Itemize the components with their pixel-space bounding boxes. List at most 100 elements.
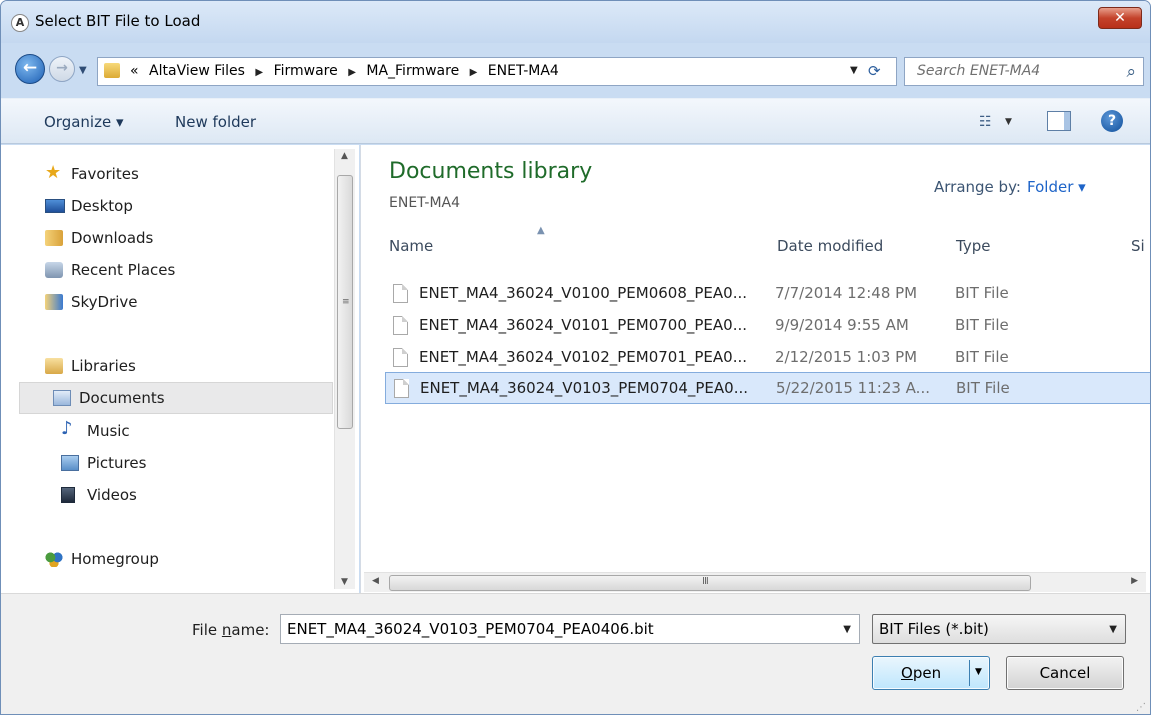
column-header-date-modified[interactable]: Date modified bbox=[777, 237, 883, 255]
sidebar-item-label: Pictures bbox=[87, 454, 147, 472]
file-list-pane: Documents library ENET-MA4 Arrange by: F… bbox=[360, 145, 1150, 593]
file-type-filter-value: BIT Files (*.bit) bbox=[879, 620, 989, 638]
cancel-button[interactable]: Cancel bbox=[1006, 656, 1124, 690]
file-dialog-window: A Select BIT File to Load ✕ ← → ▼ « Alta… bbox=[0, 0, 1151, 715]
file-row-selected[interactable]: ENET_MA4_36024_V0103_PEM0704_PEA0... 5/2… bbox=[385, 372, 1150, 404]
pictures-icon bbox=[61, 455, 79, 471]
file-icon bbox=[394, 379, 409, 398]
sidebar-item-skydrive[interactable]: SkyDrive bbox=[45, 289, 325, 317]
breadcrumb-overflow[interactable]: « bbox=[130, 63, 139, 79]
sidebar-item-label: Libraries bbox=[71, 357, 136, 375]
column-header-type[interactable]: Type bbox=[956, 237, 990, 255]
breadcrumb-item-ma-firmware[interactable]: MA_Firmware bbox=[366, 63, 459, 79]
sidebar-item-documents[interactable]: Documents bbox=[19, 382, 333, 414]
scroll-up-icon[interactable]: ▲ bbox=[341, 151, 348, 161]
sidebar-item-label: Music bbox=[87, 422, 130, 440]
sidebar-item-desktop[interactable]: Desktop bbox=[45, 193, 325, 221]
breadcrumb-item-enet-ma4[interactable]: ENET-MA4 bbox=[488, 63, 559, 79]
address-bar[interactable]: « AltaView Files ▶ Firmware ▶ MA_Firmwar… bbox=[97, 57, 897, 86]
file-name: ENET_MA4_36024_V0101_PEM0700_PEA0... bbox=[419, 316, 748, 334]
library-title: Documents library bbox=[389, 159, 593, 184]
arrange-by-dropdown[interactable]: Folder ▾ bbox=[1027, 178, 1086, 196]
view-options-chevron-down-icon[interactable]: ▼ bbox=[1005, 117, 1012, 127]
recent-places-icon bbox=[45, 262, 63, 278]
sidebar-item-homegroup[interactable]: Homegroup bbox=[45, 546, 325, 574]
file-date: 2/12/2015 1:03 PM bbox=[775, 348, 918, 366]
file-row[interactable]: ENET_MA4_36024_V0102_PEM0701_PEA0... 2/1… bbox=[385, 344, 1150, 372]
sidebar-item-videos[interactable]: Videos bbox=[61, 482, 321, 510]
help-icon[interactable]: ? bbox=[1101, 110, 1123, 132]
sidebar-item-label: Recent Places bbox=[71, 261, 176, 279]
resize-grip-icon[interactable]: ⋰ bbox=[1136, 702, 1146, 713]
navigation-pane: ★ Favorites Desktop Downloads Recent Pla… bbox=[1, 145, 359, 593]
arrange-by-label: Arrange by: bbox=[934, 178, 1021, 196]
sidebar-item-label: Homegroup bbox=[71, 550, 159, 568]
breadcrumb-separator-icon[interactable]: ▶ bbox=[255, 67, 263, 78]
sidebar-item-recent-places[interactable]: Recent Places bbox=[45, 257, 325, 285]
column-header-size[interactable]: Si bbox=[1131, 237, 1145, 255]
close-button[interactable]: ✕ bbox=[1098, 7, 1142, 29]
open-button[interactable]: Open ▼ bbox=[872, 656, 990, 690]
search-input[interactable]: Search ENET-MA4 ⌕ bbox=[904, 57, 1144, 86]
folder-icon bbox=[104, 63, 120, 78]
sidebar-item-downloads[interactable]: Downloads bbox=[45, 225, 325, 253]
file-type-filter-select[interactable]: BIT Files (*.bit) ▼ bbox=[872, 614, 1126, 644]
navigation-scrollbar[interactable]: ▲ ≡ ▼ bbox=[334, 149, 355, 589]
sidebar-item-label: SkyDrive bbox=[71, 293, 138, 311]
file-list-scrollbar[interactable]: ◀ III ▶ bbox=[364, 572, 1146, 592]
documents-icon bbox=[53, 390, 71, 406]
sidebar-item-pictures[interactable]: Pictures bbox=[61, 450, 321, 478]
sidebar-item-favorites[interactable]: ★ Favorites bbox=[45, 161, 325, 189]
file-name-label-suffix: ame: bbox=[231, 621, 270, 639]
preview-pane-icon[interactable] bbox=[1047, 111, 1071, 131]
file-name-history-chevron-down-icon[interactable]: ▼ bbox=[843, 624, 851, 635]
file-name-value: ENET_MA4_36024_V0103_PEM0704_PEA0406.bit bbox=[287, 620, 654, 638]
file-name-field[interactable]: ENET_MA4_36024_V0103_PEM0704_PEA0406.bit… bbox=[280, 614, 860, 644]
desktop-icon bbox=[45, 199, 65, 213]
file-name-label-prefix: File bbox=[192, 621, 222, 639]
file-date: 5/22/2015 11:23 A... bbox=[776, 379, 930, 397]
star-icon: ★ bbox=[45, 162, 62, 183]
breadcrumb-separator-icon[interactable]: ▶ bbox=[348, 67, 356, 78]
sidebar-item-label: Videos bbox=[87, 486, 137, 504]
file-date: 9/9/2014 9:55 AM bbox=[775, 316, 909, 334]
breadcrumb-separator-icon[interactable]: ▶ bbox=[470, 67, 478, 78]
dialog-footer: File name: ENET_MA4_36024_V0103_PEM0704_… bbox=[1, 593, 1150, 714]
scroll-right-icon[interactable]: ▶ bbox=[1131, 576, 1138, 586]
scroll-down-icon[interactable]: ▼ bbox=[341, 577, 348, 587]
filter-chevron-down-icon[interactable]: ▼ bbox=[1109, 624, 1117, 635]
file-icon bbox=[393, 316, 408, 335]
downloads-folder-icon bbox=[45, 230, 63, 246]
sidebar-item-libraries[interactable]: Libraries bbox=[45, 353, 325, 381]
file-icon bbox=[393, 284, 408, 303]
scrollbar-thumb[interactable]: III bbox=[389, 575, 1031, 591]
refresh-icon[interactable]: ⟳ bbox=[868, 62, 881, 80]
open-rest: pen bbox=[912, 664, 942, 682]
breadcrumb-item-altaview-files[interactable]: AltaView Files bbox=[149, 63, 245, 79]
file-name-label: File name: bbox=[192, 621, 269, 639]
sidebar-item-music[interactable]: ♪ Music bbox=[61, 418, 321, 446]
file-row[interactable]: ENET_MA4_36024_V0101_PEM0700_PEA0... 9/9… bbox=[385, 312, 1150, 340]
file-name: ENET_MA4_36024_V0102_PEM0701_PEA0... bbox=[419, 348, 748, 366]
new-folder-button[interactable]: New folder bbox=[175, 113, 256, 131]
recent-locations-chevron-down-icon[interactable]: ▼ bbox=[79, 65, 87, 76]
change-view-icon[interactable]: ☷ bbox=[979, 114, 992, 130]
title-bar[interactable]: A Select BIT File to Load ✕ bbox=[1, 1, 1150, 43]
column-header-name[interactable]: Name bbox=[389, 237, 433, 255]
file-date: 7/7/2014 12:48 PM bbox=[775, 284, 918, 302]
breadcrumb-item-firmware[interactable]: Firmware bbox=[274, 63, 338, 79]
search-icon[interactable]: ⌕ bbox=[1126, 62, 1136, 82]
address-dropdown-chevron-down-icon[interactable]: ▼ bbox=[850, 65, 858, 76]
open-options-chevron-down-icon[interactable]: ▼ bbox=[975, 667, 982, 677]
breadcrumb: « AltaView Files ▶ Firmware ▶ MA_Firmwar… bbox=[130, 63, 559, 79]
command-bar: Organize ▾ New folder ☷ ▼ ? bbox=[1, 98, 1150, 144]
back-button[interactable]: ← bbox=[15, 54, 45, 84]
file-icon bbox=[393, 348, 408, 367]
skydrive-folder-icon bbox=[45, 294, 63, 310]
file-row[interactable]: ENET_MA4_36024_V0100_PEM0608_PEA0... 7/7… bbox=[385, 280, 1150, 308]
scroll-left-icon[interactable]: ◀ bbox=[372, 576, 379, 586]
organize-button[interactable]: Organize ▾ bbox=[44, 113, 124, 131]
search-placeholder: Search ENET-MA4 bbox=[917, 63, 1041, 79]
forward-button[interactable]: → bbox=[49, 56, 75, 82]
library-subtitle: ENET-MA4 bbox=[389, 195, 461, 211]
